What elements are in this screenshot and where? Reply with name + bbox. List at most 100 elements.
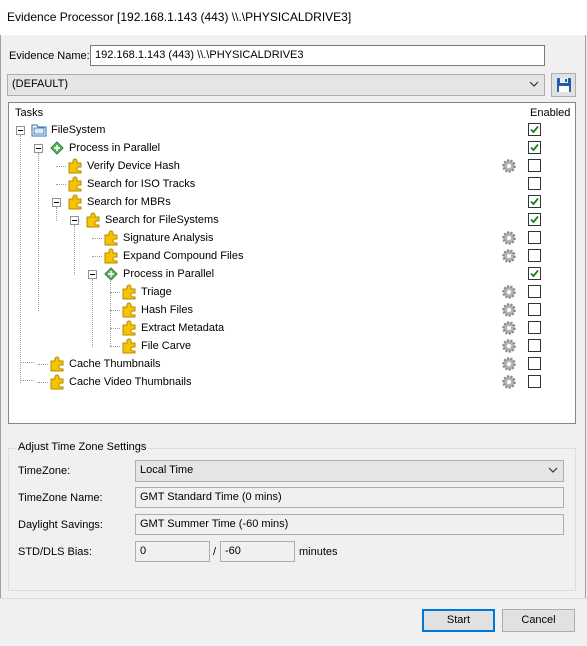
- gear-icon[interactable]: [501, 374, 517, 390]
- collapse-toggle[interactable]: [70, 216, 79, 225]
- puzzle-icon: [50, 374, 64, 390]
- tree-label: Search for FileSystems: [105, 214, 219, 226]
- enabled-checkbox[interactable]: [528, 177, 541, 190]
- tree-row-cache-thumbnails[interactable]: Cache Thumbnails: [9, 355, 575, 373]
- tree-line: [110, 310, 120, 311]
- enabled-checkbox[interactable]: [528, 249, 541, 262]
- gear-icon[interactable]: [501, 248, 517, 264]
- tree-line: [92, 256, 102, 257]
- tree-row-process-parallel[interactable]: Process in Parallel: [9, 139, 575, 157]
- enabled-checkbox[interactable]: [528, 195, 541, 208]
- tree-line: [92, 238, 102, 239]
- timezone-label: TimeZone:: [18, 465, 71, 477]
- tree-label: Expand Compound Files: [123, 250, 244, 262]
- tree-line: [110, 292, 111, 310]
- bias-unit-label: minutes: [299, 546, 338, 558]
- enabled-checkbox[interactable]: [528, 321, 541, 334]
- collapse-toggle[interactable]: [52, 198, 61, 207]
- tree-line: [110, 292, 120, 293]
- chevron-down-icon: [529, 81, 539, 87]
- tree-line: [56, 184, 66, 185]
- tree-row-search-filesystems[interactable]: Search for FileSystems: [9, 211, 575, 229]
- dls-bias-field[interactable]: -60: [220, 541, 295, 562]
- tree-row-file-carve[interactable]: File Carve: [9, 328, 575, 355]
- puzzle-icon: [68, 158, 82, 174]
- puzzle-icon: [122, 302, 136, 318]
- tasks-column-header: Tasks: [15, 107, 44, 119]
- puzzle-icon: [68, 176, 82, 192]
- daylight-savings-label: Daylight Savings:: [18, 519, 103, 531]
- timezone-name-label: TimeZone Name:: [18, 492, 103, 504]
- tree-row-hash-files[interactable]: Hash Files: [9, 292, 575, 319]
- timezone-dropdown[interactable]: Local Time: [135, 460, 564, 482]
- enabled-checkbox[interactable]: [528, 285, 541, 298]
- bias-separator: /: [213, 546, 217, 558]
- timezone-selected: Local Time: [140, 464, 194, 476]
- tree-label: Cache Video Thumbnails: [69, 376, 192, 388]
- save-profile-button[interactable]: [551, 73, 576, 97]
- tree-label: Verify Device Hash: [87, 160, 180, 172]
- timezone-name-field[interactable]: GMT Standard Time (0 mins): [135, 487, 564, 508]
- chevron-down-icon: [548, 467, 558, 473]
- enabled-checkbox[interactable]: [528, 141, 541, 154]
- enabled-checkbox[interactable]: [528, 123, 541, 136]
- parallel-icon: [104, 267, 118, 281]
- profile-selected: (DEFAULT): [12, 78, 69, 90]
- cancel-button[interactable]: Cancel: [502, 609, 575, 632]
- gear-icon[interactable]: [501, 302, 517, 318]
- tree-row-process-parallel-2[interactable]: Process in Parallel: [9, 265, 575, 283]
- gear-icon[interactable]: [501, 356, 517, 372]
- puzzle-icon: [122, 320, 136, 336]
- puzzle-icon: [122, 338, 136, 354]
- profile-dropdown[interactable]: (DEFAULT): [7, 74, 545, 96]
- enabled-checkbox[interactable]: [528, 213, 541, 226]
- puzzle-icon: [68, 194, 82, 210]
- tree-label: File Carve: [141, 340, 192, 352]
- collapse-toggle[interactable]: [88, 270, 97, 279]
- collapse-toggle[interactable]: [34, 144, 43, 153]
- enabled-checkbox[interactable]: [528, 231, 541, 244]
- tree-row-iso-tracks[interactable]: Search for ISO Tracks: [9, 175, 575, 193]
- enabled-checkbox[interactable]: [528, 357, 541, 370]
- tree-row-verify-hash[interactable]: Verify Device Hash: [9, 157, 575, 175]
- puzzle-icon: [104, 248, 118, 264]
- puzzle-icon: [122, 284, 136, 300]
- gear-icon[interactable]: [501, 320, 517, 336]
- tree-line: [38, 364, 48, 365]
- tree-row-extract-metadata[interactable]: Extract Metadata: [9, 310, 575, 337]
- tree-row-triage[interactable]: Triage: [9, 275, 575, 301]
- check-icon: [530, 215, 539, 224]
- tree-line: [38, 382, 48, 383]
- tree-row-expand-compound[interactable]: Expand Compound Files: [9, 247, 575, 265]
- gear-icon[interactable]: [501, 158, 517, 174]
- collapse-toggle[interactable]: [16, 126, 25, 135]
- tree-row-signature-analysis[interactable]: Signature Analysis: [9, 229, 575, 247]
- tree-label: Extract Metadata: [141, 322, 225, 334]
- tree-row-cache-video-thumbnails[interactable]: Cache Video Thumbnails: [9, 373, 575, 391]
- enabled-checkbox[interactable]: [528, 267, 541, 280]
- tree-label: FileSystem: [51, 124, 106, 136]
- gear-icon[interactable]: [501, 284, 517, 300]
- enabled-checkbox[interactable]: [528, 375, 541, 388]
- window-title: Evidence Processor [192.168.1.143 (443) …: [7, 10, 352, 24]
- parallel-icon: [50, 141, 64, 155]
- evidence-name-field[interactable]: 192.168.1.143 (443) \\.\PHYSICALDRIVE3: [90, 45, 545, 66]
- tree-label: Search for MBRs: [87, 196, 171, 208]
- enabled-checkbox[interactable]: [528, 303, 541, 316]
- evidence-name-label: Evidence Name:: [9, 50, 90, 62]
- title-bar: Evidence Processor [192.168.1.143 (443) …: [0, 0, 587, 35]
- tasks-tree[interactable]: Tasks Enabled FileSystem Process in Para…: [8, 102, 576, 424]
- puzzle-icon: [104, 230, 118, 246]
- std-bias-field[interactable]: 0: [135, 541, 210, 562]
- folder-icon: [31, 124, 47, 137]
- gear-icon[interactable]: [501, 338, 517, 354]
- tree-row-search-mbrs[interactable]: Search for MBRs: [9, 193, 575, 211]
- check-icon: [530, 269, 539, 278]
- daylight-savings-field[interactable]: GMT Summer Time (-60 mins): [135, 514, 564, 535]
- tree-row-filesystem[interactable]: FileSystem: [9, 121, 575, 139]
- gear-icon[interactable]: [501, 230, 517, 246]
- enabled-checkbox[interactable]: [528, 159, 541, 172]
- tree-label: Process in Parallel: [123, 268, 215, 280]
- enabled-checkbox[interactable]: [528, 339, 541, 352]
- start-button[interactable]: Start: [422, 609, 495, 632]
